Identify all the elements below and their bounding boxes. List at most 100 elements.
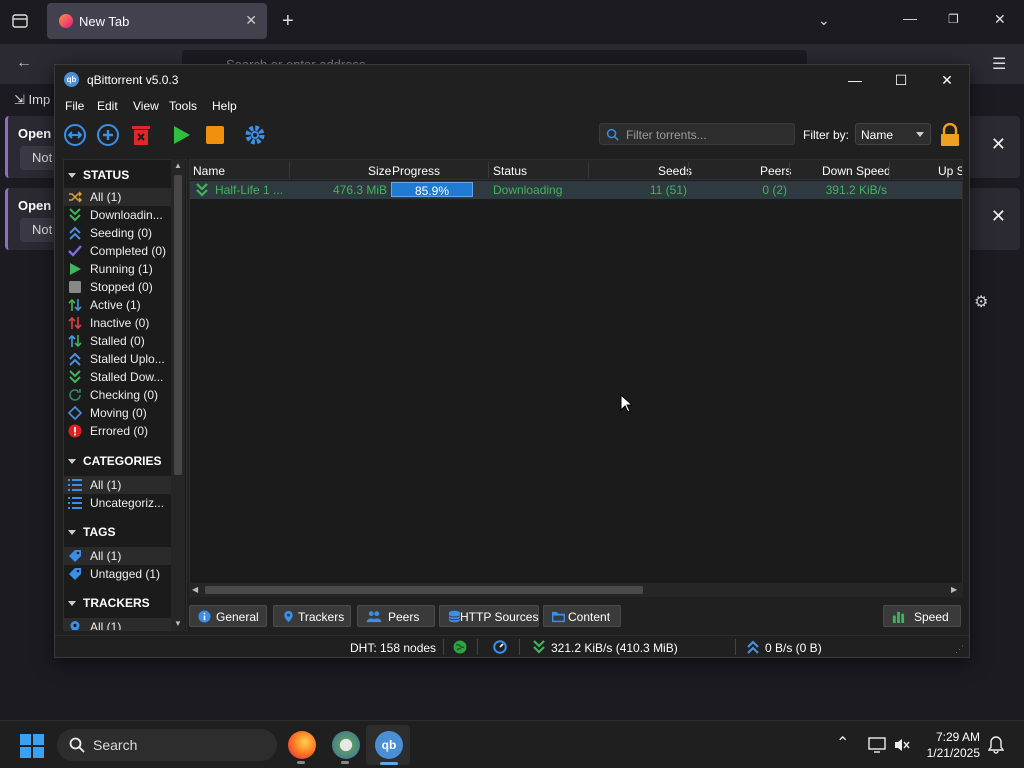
close-icon[interactable]: ✕	[994, 11, 1006, 28]
scrollbar-thumb[interactable]	[205, 586, 643, 594]
scroll-up-arrow-icon[interactable]: ▲	[174, 161, 182, 170]
chevron-down-icon[interactable]: ⌄	[818, 12, 830, 29]
back-arrow-icon[interactable]: ←	[16, 54, 32, 72]
firefox-icon[interactable]	[288, 731, 316, 759]
maximize-icon[interactable]: ☐	[881, 69, 921, 91]
status-item[interactable]: Stalled (0)	[64, 332, 174, 350]
resize-grip-icon[interactable]: ⋰	[955, 644, 964, 655]
menu-edit[interactable]: Edit	[97, 99, 118, 113]
column-header-name[interactable]: Name	[193, 164, 225, 178]
globe-app-icon[interactable]	[332, 731, 360, 759]
column-header-size[interactable]: Size	[368, 164, 391, 178]
column-separator[interactable]	[789, 162, 790, 178]
bookmark-import[interactable]: ⇲ Imp	[14, 92, 50, 108]
column-header-seeds[interactable]: Seeds	[658, 164, 692, 178]
sidebar-scrollbar[interactable]: ▲ ▼	[171, 159, 185, 631]
column-separator[interactable]	[889, 162, 890, 178]
column-separator[interactable]	[488, 162, 489, 178]
column-header-status[interactable]: Status	[493, 164, 527, 178]
restore-icon[interactable]: ❐	[948, 12, 959, 26]
column-separator[interactable]	[688, 162, 689, 178]
stop-square-icon[interactable]	[203, 123, 227, 147]
tab-trackers[interactable]: Trackers	[273, 605, 351, 627]
resume-play-icon[interactable]	[169, 123, 193, 147]
play-icon	[70, 263, 81, 275]
minimize-icon[interactable]: —	[835, 69, 875, 91]
menu-file[interactable]: File	[65, 99, 84, 113]
menu-help[interactable]: Help	[212, 99, 237, 113]
status-item[interactable]: Active (1)	[64, 296, 174, 314]
tab-manager-icon[interactable]	[12, 14, 28, 28]
status-item[interactable]: Completed (0)	[64, 242, 174, 260]
title-bar[interactable]: qb qBittorrent v5.0.3 — ☐ ✕	[55, 65, 969, 95]
hamburger-menu-icon[interactable]: ☰	[992, 54, 1006, 74]
status-item[interactable]: Errored (0)	[64, 422, 174, 440]
scroll-down-arrow-icon[interactable]: ▼	[174, 619, 182, 628]
volume-muted-icon[interactable]	[894, 737, 910, 753]
column-header-progress[interactable]: Progress	[392, 164, 440, 178]
status-item[interactable]: Moving (0)	[64, 404, 174, 422]
menu-tools[interactable]: Tools	[169, 99, 197, 113]
gear-icon[interactable]	[243, 123, 267, 147]
scroll-right-arrow-icon[interactable]: ▶	[951, 585, 957, 594]
qbittorrent-taskbar-icon[interactable]: qb	[375, 731, 403, 759]
status-item[interactable]: Stalled Dow...	[64, 368, 174, 386]
scrollbar-thumb[interactable]	[174, 175, 182, 475]
status-item[interactable]: Inactive (0)	[64, 314, 174, 332]
status-section-header[interactable]: STATUS	[68, 168, 129, 182]
filter-torrents-input[interactable]: Filter torrents...	[599, 123, 795, 145]
tab-peers[interactable]: Peers	[357, 605, 435, 627]
status-label: All (1)	[90, 190, 122, 204]
add-torrent-icon[interactable]	[96, 123, 120, 147]
tab-general[interactable]: General	[189, 605, 267, 627]
categories-section-header[interactable]: CATEGORIES	[68, 454, 161, 468]
tracker-item-all[interactable]: All (1)	[64, 618, 174, 630]
filter-by-select[interactable]: Name	[855, 123, 931, 145]
close-icon[interactable]: ✕	[991, 206, 1006, 227]
tag-item-untagged[interactable]: Untagged (1)	[64, 565, 174, 583]
status-item[interactable]: Seeding (0)	[64, 224, 174, 242]
browser-tab-new-tab[interactable]: New Tab ✕	[47, 3, 267, 39]
app-active-indicator	[380, 762, 398, 765]
status-item[interactable]: Stalled Uplo...	[64, 350, 174, 368]
horizontal-scrollbar[interactable]: ◀ ▶	[189, 583, 963, 597]
column-header-peers[interactable]: Peers	[760, 164, 791, 178]
column-header-down-speed[interactable]: Down Speed	[822, 164, 891, 178]
taskbar-search[interactable]: Search	[57, 729, 277, 761]
status-item[interactable]: Running (1)	[64, 260, 174, 278]
speed-button[interactable]: Speed	[883, 605, 961, 627]
speed-limit-icon[interactable]	[493, 640, 507, 654]
status-item[interactable]: Checking (0)	[64, 386, 174, 404]
notification-bell-icon[interactable]	[988, 736, 1004, 754]
new-tab-plus-icon[interactable]: +	[282, 10, 294, 33]
status-item[interactable]: Stopped (0)	[64, 278, 174, 296]
close-tab-icon[interactable]: ✕	[245, 12, 257, 29]
column-separator[interactable]	[588, 162, 589, 178]
column-header-up-speed[interactable]: Up S	[938, 164, 962, 178]
table-row[interactable]: Half-Life 1 ... 476.3 MiB 85.9% Download…	[190, 181, 962, 199]
network-connected-icon[interactable]	[453, 640, 467, 654]
status-item[interactable]: All (1)	[64, 188, 174, 206]
status-item[interactable]: Downloadin...	[64, 206, 174, 224]
column-separator[interactable]	[289, 162, 290, 178]
category-item-uncategorized[interactable]: Uncategoriz...	[64, 494, 174, 512]
add-link-icon[interactable]	[63, 123, 87, 147]
scroll-left-arrow-icon[interactable]: ◀	[192, 585, 198, 594]
delete-trash-icon[interactable]	[129, 123, 153, 147]
chevron-up-icon[interactable]: ⌃	[836, 733, 849, 753]
menu-view[interactable]: View	[133, 99, 159, 113]
windows-start-icon[interactable]	[20, 734, 44, 758]
network-icon[interactable]	[868, 737, 886, 753]
tab-content[interactable]: Content	[543, 605, 621, 627]
minimize-icon[interactable]: —	[903, 10, 917, 26]
trackers-section-header[interactable]: TRACKERS	[68, 596, 150, 610]
system-clock[interactable]: 7:29 AM 1/21/2025	[927, 729, 980, 761]
category-item-all[interactable]: All (1)	[64, 476, 174, 494]
tag-item-all[interactable]: All (1)	[64, 547, 174, 565]
gear-icon[interactable]: ⚙	[974, 292, 988, 312]
close-icon[interactable]: ✕	[991, 134, 1006, 155]
lock-icon[interactable]	[939, 123, 961, 147]
tags-section-header[interactable]: TAGS	[68, 525, 115, 539]
tab-http-sources[interactable]: HTTP Sources	[439, 605, 539, 627]
close-icon[interactable]: ✕	[927, 69, 967, 91]
